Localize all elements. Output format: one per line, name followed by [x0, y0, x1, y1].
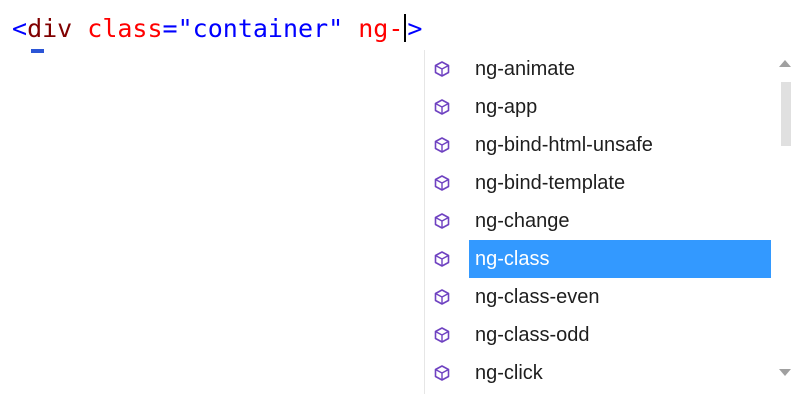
completion-item-label: ng-class [469, 240, 771, 278]
directive-icon [434, 137, 450, 153]
tag-name: div [27, 14, 73, 43]
completion-item[interactable]: ng-app [425, 88, 771, 126]
completion-item[interactable]: ng-click [425, 354, 771, 392]
directive-icon [434, 175, 450, 191]
directive-icon [434, 251, 450, 267]
directive-icon [434, 213, 450, 229]
directive-icon [434, 61, 450, 77]
completion-item[interactable]: ng-animate [425, 50, 771, 88]
completion-item[interactable]: ng-bind-template [425, 164, 771, 202]
attribute-value: "container" [177, 14, 344, 43]
typed-attribute: ng- [358, 14, 404, 43]
completion-item-label: ng-class-even [475, 285, 600, 308]
completion-item-label: ng-app [475, 95, 538, 118]
completion-item-label: ng-bind-html-unsafe [475, 133, 653, 156]
vertical-scrollbar[interactable] [771, 50, 798, 394]
attribute-name: class [87, 14, 163, 43]
scroll-down-arrow-icon[interactable] [778, 368, 792, 378]
completion-item[interactable]: ng-change [425, 202, 771, 240]
completion-item-label: ng-bind-template [475, 171, 626, 194]
completion-item-label: ng-class-odd [475, 323, 590, 346]
completion-item-label: ng-animate [475, 57, 576, 80]
tag-close-bracket: > [407, 14, 423, 43]
completion-list[interactable]: ng-animate ng-app ng-bind-html-unsafe ng… [425, 50, 771, 392]
tag-open-bracket: < [12, 14, 28, 43]
directive-icon [434, 365, 450, 381]
brace-match-underline [31, 49, 44, 53]
equals-sign: = [162, 14, 178, 43]
completion-item[interactable]: ng-class-odd [425, 316, 771, 354]
scrollbar-thumb[interactable] [781, 82, 791, 146]
directive-icon [434, 289, 450, 305]
completion-popup[interactable]: ng-animate ng-app ng-bind-html-unsafe ng… [424, 50, 798, 394]
completion-item-label: ng-click [475, 361, 543, 384]
scroll-up-arrow-icon[interactable] [778, 58, 792, 68]
directive-icon [434, 327, 450, 343]
completion-item[interactable]: ng-class-even [425, 278, 771, 316]
completion-item[interactable]: ng-bind-html-unsafe [425, 126, 771, 164]
directive-icon [434, 99, 450, 115]
code-line[interactable]: <div class="container" ng- > [12, 12, 422, 46]
completion-item-selected[interactable]: ng-class [425, 240, 771, 278]
completion-item-label: ng-change [475, 209, 570, 232]
